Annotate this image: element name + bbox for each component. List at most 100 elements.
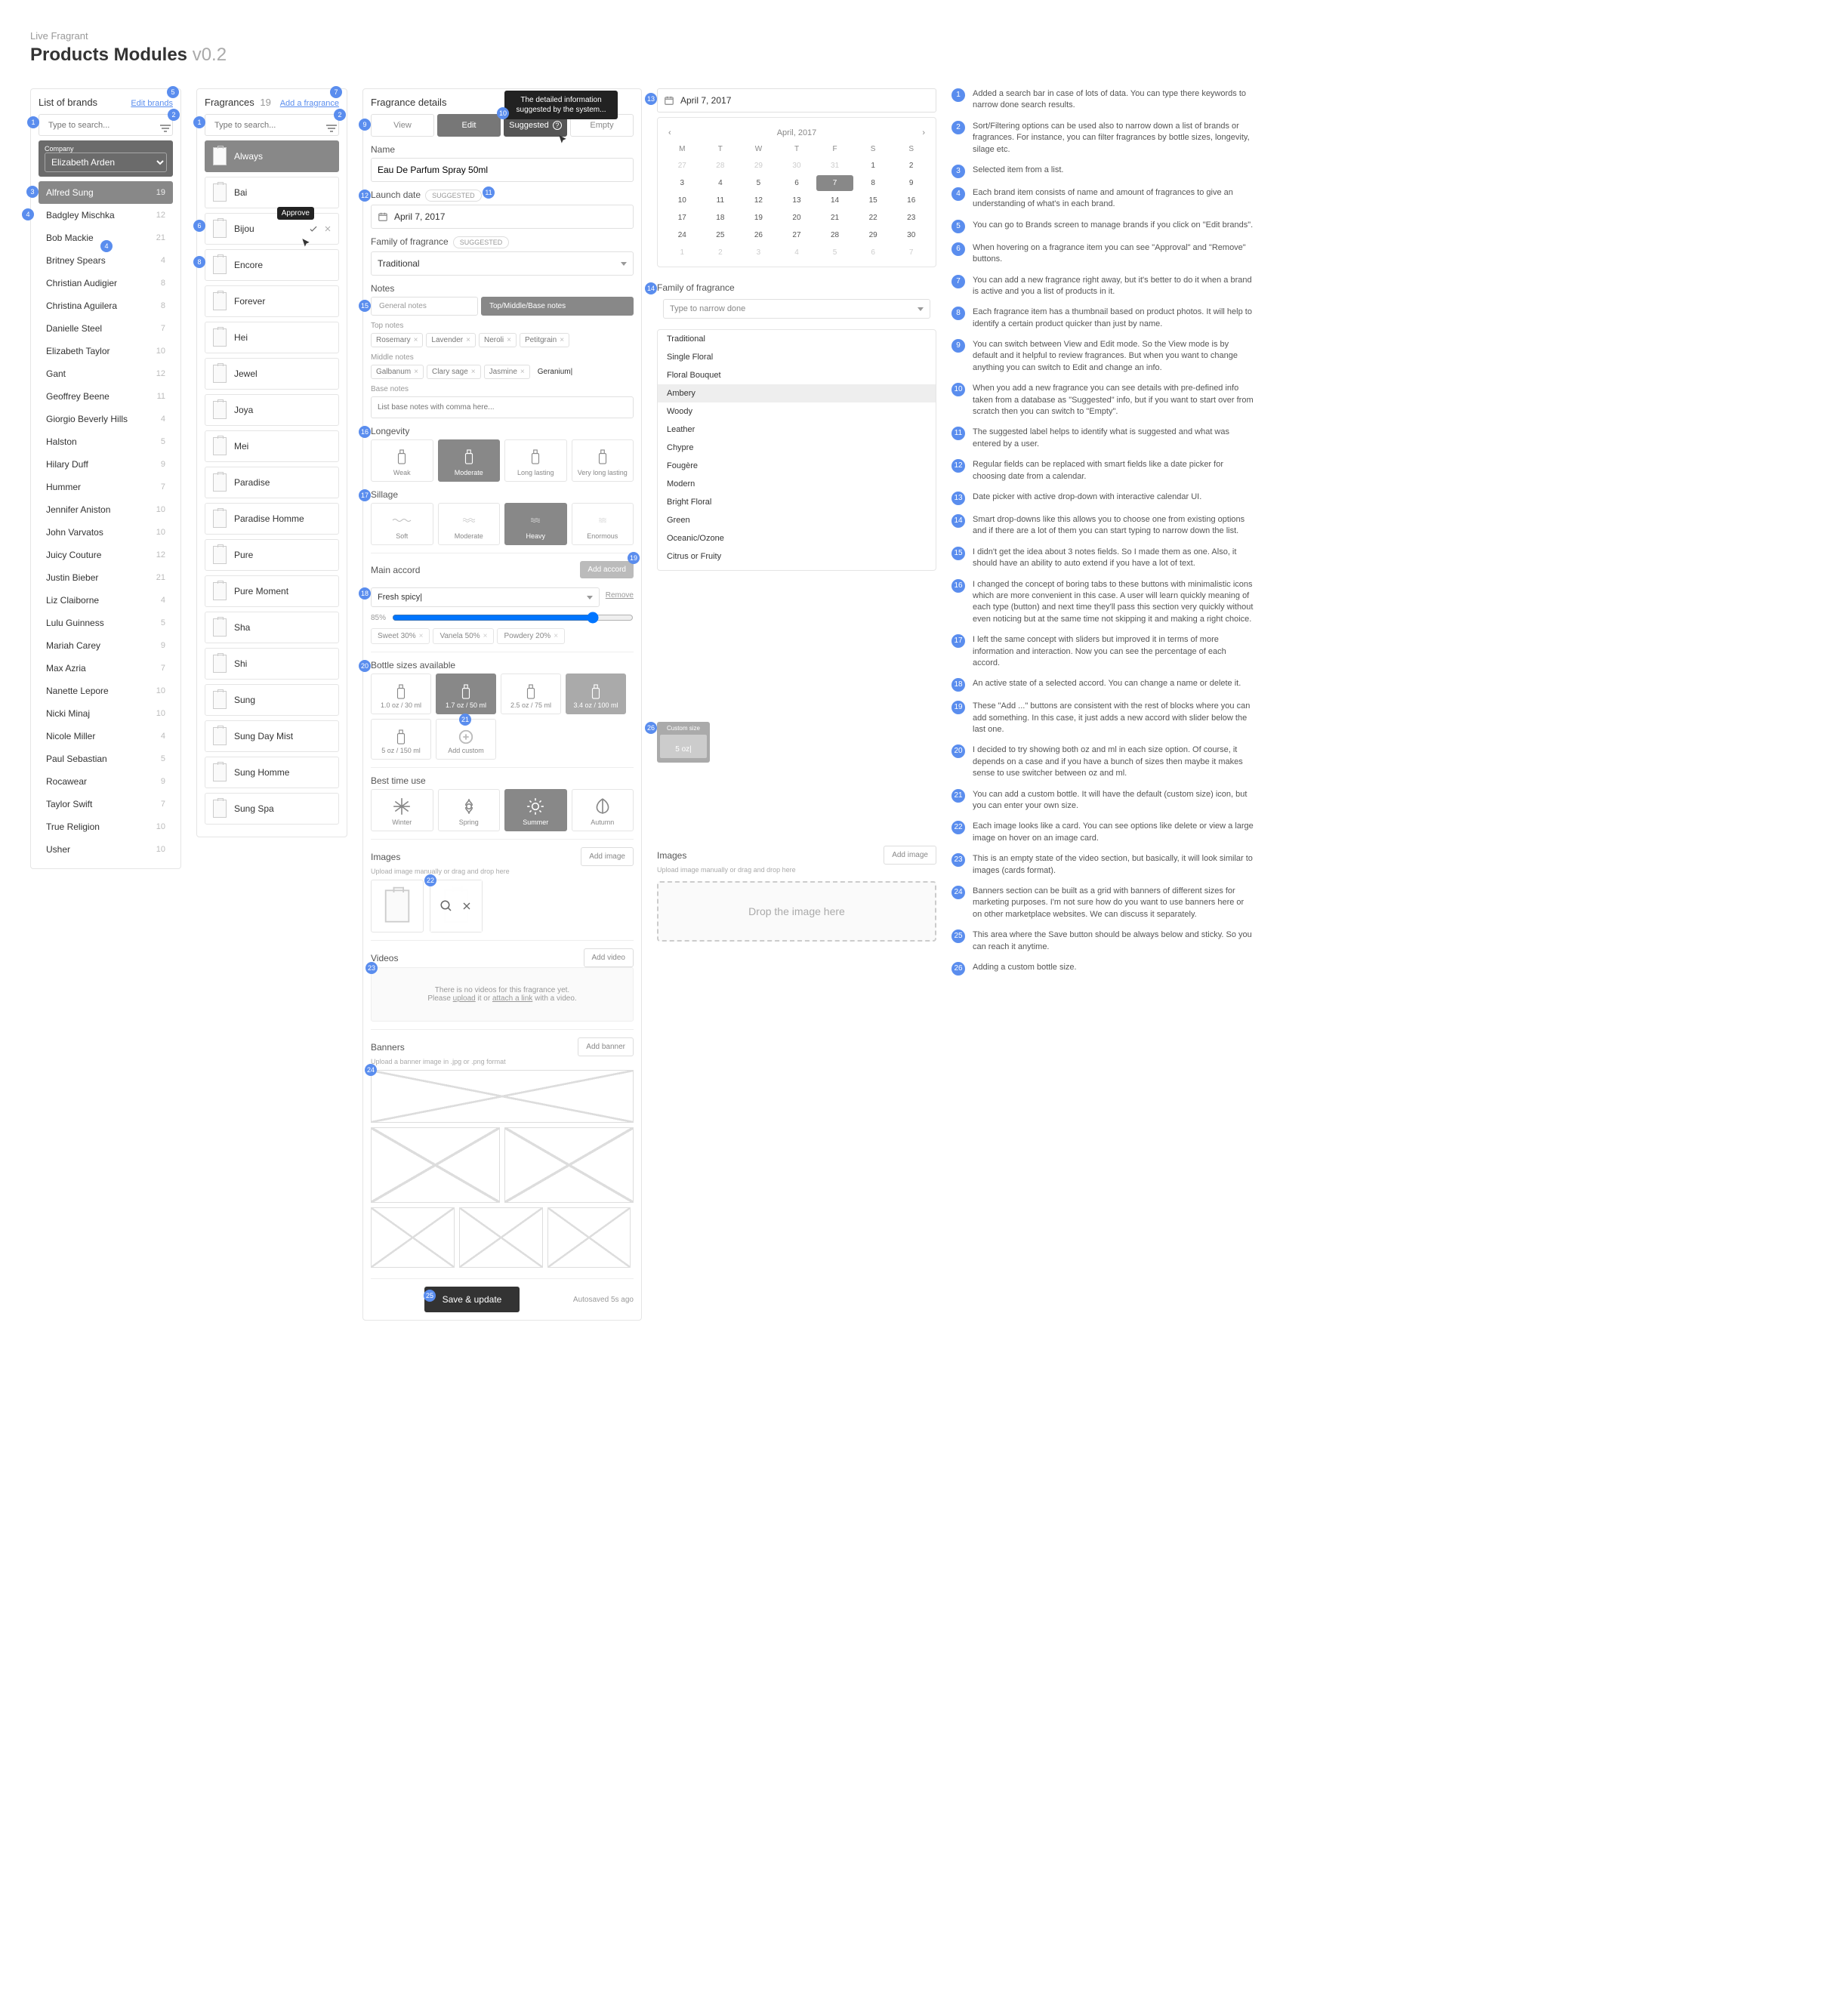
brand-row[interactable]: Geoffrey Beene11: [39, 385, 173, 408]
dropdown-item[interactable]: Woody: [658, 402, 936, 421]
brand-row[interactable]: Hummer7: [39, 476, 173, 498]
brand-row[interactable]: Rocawear9: [39, 770, 173, 793]
fragrance-row[interactable]: Sung: [205, 684, 339, 716]
calendar-day[interactable]: 20: [779, 210, 816, 226]
fragrance-row[interactable]: Sung Homme: [205, 757, 339, 788]
fragrance-row[interactable]: Jewel: [205, 358, 339, 390]
brand-row[interactable]: Elizabeth Taylor10: [39, 340, 173, 362]
calendar-day[interactable]: 28: [702, 158, 739, 174]
calendar-day[interactable]: 26: [740, 227, 777, 243]
edit-brands-link[interactable]: Edit brands: [131, 99, 173, 108]
accord-name-input[interactable]: Fresh spicy|: [371, 587, 600, 607]
calendar-day[interactable]: 6: [779, 175, 816, 191]
fragrance-row[interactable]: Paradise: [205, 467, 339, 498]
zoom-icon[interactable]: [439, 899, 453, 913]
fragrance-row[interactable]: Bai: [205, 177, 339, 208]
dropdown-item[interactable]: Ambery: [658, 384, 936, 402]
brand-row[interactable]: Taylor Swift7: [39, 793, 173, 815]
fragrance-row[interactable]: Mei: [205, 430, 339, 462]
calendar-day[interactable]: 23: [893, 210, 930, 226]
brand-row[interactable]: Halston5: [39, 430, 173, 453]
remove-icon[interactable]: [323, 224, 332, 233]
calendar-day[interactable]: 18: [702, 210, 739, 226]
size-option[interactable]: 5 oz / 150 ml: [371, 719, 431, 760]
season-option[interactable]: Spring: [438, 789, 501, 831]
frag-search[interactable]: 1 2: [205, 114, 339, 136]
calendar-day[interactable]: 21: [816, 210, 853, 226]
base-notes-input[interactable]: [371, 396, 634, 418]
brand-row[interactable]: Gant12: [39, 362, 173, 385]
calendar-day[interactable]: 16: [893, 193, 930, 208]
calendar-day[interactable]: 7: [893, 245, 930, 260]
company-selector[interactable]: Company Elizabeth Arden: [39, 140, 173, 177]
calendar-day[interactable]: 10: [664, 193, 701, 208]
add-fragrance-link[interactable]: Add a fragrance: [280, 99, 339, 108]
brand-row[interactable]: Justin Bieber21: [39, 566, 173, 589]
sillage-option[interactable]: Soft: [371, 503, 433, 545]
calendar-day[interactable]: 11: [702, 193, 739, 208]
season-option[interactable]: Winter: [371, 789, 433, 831]
calendar-day[interactable]: 1: [664, 245, 701, 260]
calendar-day[interactable]: 12: [740, 193, 777, 208]
image-card[interactable]: [371, 880, 424, 932]
dropdown-item[interactable]: Fougère: [658, 457, 936, 475]
cal-prev[interactable]: ‹: [668, 128, 671, 137]
calendar-day[interactable]: 27: [779, 227, 816, 243]
size-option[interactable]: 1.7 oz / 50 ml: [436, 674, 496, 714]
calendar-day[interactable]: 5: [816, 245, 853, 260]
fragrance-row[interactable]: Always: [205, 140, 339, 172]
dropdown-item[interactable]: Bright Floral: [658, 493, 936, 511]
brand-row[interactable]: Christian Audigier8: [39, 272, 173, 294]
custom-bottle-card[interactable]: Custom size 5 oz|: [657, 722, 710, 763]
tab-view[interactable]: View: [371, 114, 434, 137]
accord-chip[interactable]: Vanela 50% ×: [433, 628, 494, 644]
calendar-day[interactable]: 19: [740, 210, 777, 226]
calendar-day[interactable]: 24: [664, 227, 701, 243]
note-chip[interactable]: Galbanum ×: [371, 365, 424, 379]
longevity-option[interactable]: Weak: [371, 439, 433, 482]
calendar-day[interactable]: 4: [702, 175, 739, 191]
brand-row[interactable]: Giorgio Beverly Hills4: [39, 408, 173, 430]
add-image-button-side[interactable]: Add image: [884, 846, 936, 865]
calendar-day[interactable]: 8: [855, 175, 892, 191]
note-chip[interactable]: Clary sage ×: [427, 365, 481, 379]
filter-icon[interactable]: [326, 125, 337, 132]
brand-row[interactable]: Max Azria7: [39, 657, 173, 680]
brand-row[interactable]: Liz Claiborne4: [39, 589, 173, 612]
accord-chip[interactable]: Sweet 30% ×: [371, 628, 430, 644]
brand-row[interactable]: John Varvatos10: [39, 521, 173, 544]
brand-row[interactable]: Nicki Minaj10: [39, 702, 173, 725]
calendar-day[interactable]: 30: [893, 227, 930, 243]
close-icon[interactable]: [461, 900, 473, 912]
note-chip[interactable]: Petitgrain ×: [520, 333, 569, 347]
add-video-button[interactable]: Add video: [584, 948, 634, 967]
fragrance-row[interactable]: Hei: [205, 322, 339, 353]
fragrance-row[interactable]: Sung Spa: [205, 793, 339, 825]
date-input-example[interactable]: April 7, 2017: [657, 88, 936, 113]
brand-row[interactable]: Usher10: [39, 838, 173, 861]
fragrance-row[interactable]: Forever: [205, 285, 339, 317]
family-dd-search[interactable]: Type to narrow done: [663, 299, 930, 319]
sillage-option[interactable]: Heavy: [504, 503, 567, 545]
calendar-day[interactable]: 7: [816, 175, 853, 191]
size-option[interactable]: 2.5 oz / 75 ml: [501, 674, 561, 714]
sillage-option[interactable]: Moderate: [438, 503, 501, 545]
accord-chip[interactable]: Powdery 20% ×: [497, 628, 565, 644]
fragrance-row[interactable]: Joya: [205, 394, 339, 426]
tab-edit[interactable]: Edit: [437, 114, 501, 137]
calendar-day[interactable]: 17: [664, 210, 701, 226]
brand-row[interactable]: Nicole Miller4: [39, 725, 173, 748]
date-field[interactable]: April 7, 2017: [371, 205, 634, 229]
save-button[interactable]: Save & update: [424, 1287, 520, 1312]
dropdown-item[interactable]: Citrus or Fruity: [658, 547, 936, 566]
calendar-day[interactable]: 27: [664, 158, 701, 174]
chip-remove-icon[interactable]: ×: [507, 336, 511, 344]
brands-search-input[interactable]: [48, 121, 156, 130]
tab-suggested[interactable]: 10 The detailed information suggested by…: [504, 114, 567, 137]
remove-accord[interactable]: Remove: [606, 591, 634, 600]
size-option[interactable]: 1.0 oz / 30 ml: [371, 674, 431, 714]
calendar-day[interactable]: 9: [893, 175, 930, 191]
fragrance-row[interactable]: Pure Moment: [205, 575, 339, 607]
add-image-button[interactable]: Add image: [581, 847, 634, 866]
longevity-option[interactable]: Long lasting: [504, 439, 567, 482]
